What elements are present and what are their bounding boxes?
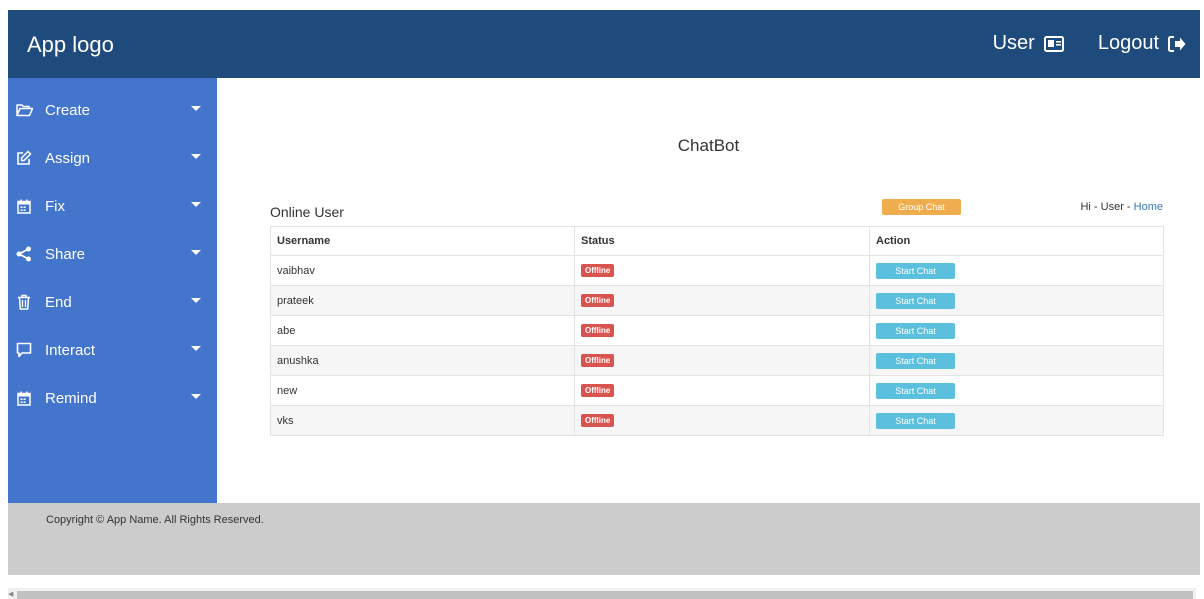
status-badge: Offline — [581, 294, 615, 307]
column-header-action: Action — [869, 226, 1164, 256]
status-badge: Offline — [581, 324, 615, 337]
action-cell: Start Chat — [869, 285, 1164, 316]
username-cell: abe — [270, 315, 575, 346]
folder-open-icon — [15, 101, 33, 119]
calendar-icon — [15, 197, 33, 215]
greeting: Hi - User - Home — [1080, 201, 1163, 213]
username-cell: vks — [270, 405, 575, 436]
online-users-table: Username Status Action vaibhav Offline S… — [270, 226, 1164, 436]
start-chat-button[interactable]: Start Chat — [876, 412, 955, 429]
sidebar-item-create[interactable]: Create — [8, 86, 217, 134]
caret-down-icon — [191, 250, 201, 255]
user-label: User — [992, 32, 1035, 54]
table-row: abe Offline Start Chat — [270, 315, 1164, 346]
caret-down-icon — [191, 394, 201, 399]
start-chat-button[interactable]: Start Chat — [876, 382, 955, 399]
sidebar-item-interact[interactable]: Interact — [8, 326, 217, 374]
table-row: new Offline Start Chat — [270, 375, 1164, 406]
sidebar: Create Assign Fix Share End Interact Rem… — [8, 78, 217, 503]
top-navbar: App logo User Logout — [8, 10, 1200, 78]
status-badge: Offline — [581, 354, 615, 367]
sidebar-item-end[interactable]: End — [8, 278, 217, 326]
table-row: anushka Offline Start Chat — [270, 345, 1164, 376]
status-cell: Offline — [574, 405, 870, 436]
status-badge: Offline — [581, 414, 615, 427]
start-chat-button[interactable]: Start Chat — [876, 352, 955, 369]
status-cell: Offline — [574, 315, 870, 346]
column-header-status: Status — [574, 226, 870, 256]
action-cell: Start Chat — [869, 255, 1164, 286]
trash-icon — [15, 293, 33, 311]
main-content: ChatBot Online User Group Chat Hi - User… — [217, 78, 1200, 503]
start-chat-button[interactable]: Start Chat — [876, 262, 955, 279]
logout-label: Logout — [1097, 32, 1159, 54]
status-cell: Offline — [574, 285, 870, 316]
footer: Copyright © App Name. All Rights Reserve… — [8, 503, 1200, 575]
copyright-text: Copyright © App Name. All Rights Reserve… — [46, 514, 264, 526]
horizontal-scrollbar[interactable]: ◀ — [8, 588, 1196, 599]
sidebar-item-assign[interactable]: Assign — [8, 134, 217, 182]
table-row: vaibhav Offline Start Chat — [270, 255, 1164, 286]
start-chat-button[interactable]: Start Chat — [876, 292, 955, 309]
sidebar-item-label: End — [45, 293, 72, 311]
status-cell: Offline — [574, 345, 870, 376]
sidebar-item-label: Fix — [45, 197, 65, 215]
top-nav: User Logout — [993, 32, 1186, 55]
edit-icon — [15, 149, 33, 167]
id-card-icon — [1043, 35, 1064, 52]
sidebar-item-label: Assign — [45, 149, 91, 167]
logout-link[interactable]: Logout — [1098, 32, 1186, 55]
sidebar-item-label: Interact — [45, 341, 96, 359]
online-user-heading: Online User — [270, 204, 344, 220]
caret-down-icon — [191, 106, 201, 111]
table-row: vks Offline Start Chat — [270, 405, 1164, 436]
sidebar-item-fix[interactable]: Fix — [8, 182, 217, 230]
calendar-icon — [15, 389, 33, 407]
status-badge: Offline — [581, 384, 615, 397]
action-cell: Start Chat — [869, 315, 1164, 346]
scroll-left-arrow-icon[interactable]: ◀ — [8, 590, 13, 598]
caret-down-icon — [191, 202, 201, 207]
group-chat-button[interactable]: Group Chat — [882, 199, 961, 215]
action-cell: Start Chat — [869, 345, 1164, 376]
scrollbar-thumb[interactable] — [17, 591, 1193, 599]
status-badge: Offline — [581, 264, 615, 277]
username-cell: vaibhav — [270, 255, 575, 286]
status-cell: Offline — [574, 375, 870, 406]
comment-icon — [15, 341, 33, 359]
table-row: prateek Offline Start Chat — [270, 285, 1164, 316]
user-link[interactable]: User — [993, 32, 1064, 55]
greeting-text: Hi - User - — [1080, 201, 1134, 213]
sidebar-item-label: Remind — [45, 389, 97, 407]
username-cell: anushka — [270, 345, 575, 376]
column-header-username: Username — [270, 226, 575, 256]
app-logo[interactable]: App logo — [27, 32, 114, 58]
sign-out-icon — [1168, 35, 1186, 52]
sidebar-item-label: Create — [45, 101, 91, 119]
share-icon — [15, 245, 33, 263]
caret-down-icon — [191, 154, 201, 159]
status-cell: Offline — [574, 255, 870, 286]
sidebar-item-label: Share — [45, 245, 86, 263]
username-cell: new — [270, 375, 575, 406]
caret-down-icon — [191, 298, 201, 303]
action-cell: Start Chat — [869, 375, 1164, 406]
action-cell: Start Chat — [869, 405, 1164, 436]
start-chat-button[interactable]: Start Chat — [876, 322, 955, 339]
sidebar-item-share[interactable]: Share — [8, 230, 217, 278]
home-link[interactable]: Home — [1134, 201, 1163, 213]
page-title: ChatBot — [677, 136, 740, 155]
caret-down-icon — [191, 346, 201, 351]
username-cell: prateek — [270, 285, 575, 316]
sidebar-item-remind[interactable]: Remind — [8, 374, 217, 422]
table-header-row: Username Status Action — [270, 226, 1164, 256]
